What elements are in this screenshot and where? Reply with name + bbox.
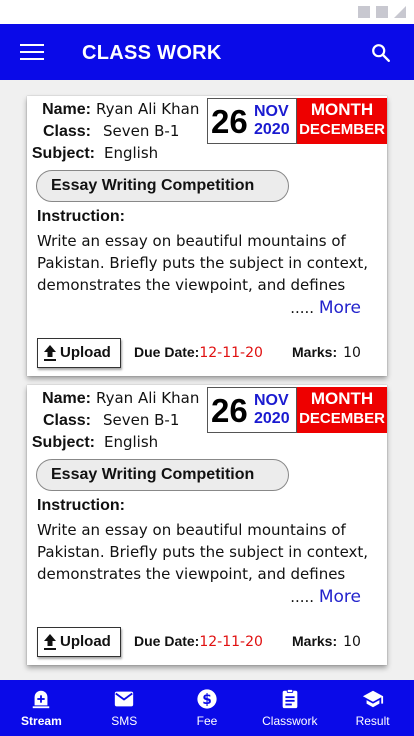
instruction-text: Write an essay on beautiful mountains of… xyxy=(37,521,369,583)
more-link[interactable]: More xyxy=(319,587,361,607)
student-name: Ryan Ali Khan xyxy=(96,389,200,407)
app-bar: CLASS WORK xyxy=(0,24,414,80)
due-date-label: Due Date: xyxy=(134,344,200,360)
classwork-list: Name: Ryan Ali Khan Class: Seven B-1 Subje… xyxy=(0,80,414,680)
marks-label: Marks: xyxy=(292,344,338,360)
month-badge-label: MONTH xyxy=(310,389,374,408)
date-year: 2020 xyxy=(254,121,290,138)
upload-button[interactable]: Upload xyxy=(37,627,121,657)
assignment-icon xyxy=(282,688,298,709)
mail-icon xyxy=(115,691,134,707)
due-date: Due Date:12-11-20 xyxy=(134,633,263,650)
name-label: Name: xyxy=(42,390,91,407)
name-row: Name: Ryan Ali Khan xyxy=(27,98,199,120)
more-dots: ..... xyxy=(290,299,315,317)
subject-row: Subject: English xyxy=(27,431,199,453)
class-label: Class: xyxy=(42,412,91,429)
more-row: ..... More xyxy=(290,298,361,318)
nav-fee[interactable]: $ Fee xyxy=(166,680,249,736)
school-icon xyxy=(362,690,383,708)
date-box: 26 NOV 2020 xyxy=(207,98,297,144)
assignment-title-chip[interactable]: Essay Writing Competition xyxy=(36,170,289,202)
month-badge: MONTH DECEMBER xyxy=(297,387,387,433)
upload-icon xyxy=(44,345,56,361)
search-icon[interactable] xyxy=(370,42,392,64)
nav-stream-label: Stream xyxy=(21,714,62,728)
date-box: 26 NOV 2020 xyxy=(207,387,297,433)
classwork-card[interactable]: Name: Ryan Ali Khan Class: Seven B-1 Subje… xyxy=(27,96,387,376)
marks-label: Marks: xyxy=(292,633,338,649)
nav-sms[interactable]: SMS xyxy=(83,680,166,736)
classwork-card[interactable]: Name: Ryan Ali Khan Class: Seven B-1 Subje… xyxy=(27,385,387,665)
svg-text:$: $ xyxy=(202,692,212,708)
date-day: 26 xyxy=(211,392,248,429)
nav-classwork-label: Classwork xyxy=(262,714,318,728)
status-icons xyxy=(358,6,406,18)
month-badge-name: DECEMBER xyxy=(299,410,385,427)
due-date: Due Date:12-11-20 xyxy=(134,344,263,361)
stream-icon xyxy=(33,690,50,709)
student-name: Ryan Ali Khan xyxy=(96,100,200,118)
instruction-label: Instruction: xyxy=(37,208,125,225)
marks: Marks: 10 xyxy=(292,344,361,361)
upload-button[interactable]: Upload xyxy=(37,338,121,368)
due-date-value: 12-11-20 xyxy=(199,345,263,361)
class-row: Class: Seven B-1 xyxy=(27,120,199,142)
nav-stream[interactable]: Stream xyxy=(0,680,83,736)
subject-value: English xyxy=(104,144,159,162)
more-dots: ..... xyxy=(290,588,315,606)
more-row: ..... More xyxy=(290,587,361,607)
student-info: Name: Ryan Ali Khan Class: Seven B-1 Subje… xyxy=(27,98,199,164)
date-year: 2020 xyxy=(254,410,290,427)
wifi-icon xyxy=(358,6,370,18)
name-row: Name: Ryan Ali Khan xyxy=(27,387,199,409)
more-link[interactable]: More xyxy=(319,298,361,318)
marks-value: 10 xyxy=(343,345,361,361)
bottom-nav: Stream SMS $ Fee Classwork Result xyxy=(0,680,414,736)
subject-row: Subject: English xyxy=(27,142,199,164)
class-label: Class: xyxy=(42,123,91,140)
name-label: Name: xyxy=(42,101,91,118)
battery-icon xyxy=(394,6,406,18)
assignment-title-chip[interactable]: Essay Writing Competition xyxy=(36,459,289,491)
marks-value: 10 xyxy=(343,634,361,650)
upload-label: Upload xyxy=(60,633,111,650)
upload-label: Upload xyxy=(60,344,111,361)
status-bar xyxy=(0,0,414,24)
date-month: NOV xyxy=(254,103,289,120)
due-date-value: 12-11-20 xyxy=(199,634,263,650)
nav-classwork[interactable]: Classwork xyxy=(248,680,331,736)
class-value: Seven B-1 xyxy=(103,122,180,140)
date-month: NOV xyxy=(254,392,289,409)
upload-icon xyxy=(44,634,56,650)
class-row: Class: Seven B-1 xyxy=(27,409,199,431)
student-info: Name: Ryan Ali Khan Class: Seven B-1 Subje… xyxy=(27,387,199,453)
date-day: 26 xyxy=(211,103,248,140)
month-badge-name: DECEMBER xyxy=(299,121,385,138)
due-date-label: Due Date: xyxy=(134,633,200,649)
instruction-label: Instruction: xyxy=(37,497,125,514)
subject-label: Subject: xyxy=(31,145,95,162)
instruction-text: Write an essay on beautiful mountains of… xyxy=(37,232,369,294)
page-title: CLASS WORK xyxy=(82,42,222,64)
dollar-icon: $ xyxy=(197,689,217,709)
marks: Marks: 10 xyxy=(292,633,361,650)
class-value: Seven B-1 xyxy=(103,411,180,429)
subject-label: Subject: xyxy=(31,434,95,451)
month-badge: MONTH DECEMBER xyxy=(297,98,387,144)
signal-icon xyxy=(376,6,388,18)
menu-icon[interactable] xyxy=(20,44,44,60)
month-badge-label: MONTH xyxy=(310,100,374,119)
nav-sms-label: SMS xyxy=(111,714,138,728)
nav-result[interactable]: Result xyxy=(331,680,414,736)
subject-value: English xyxy=(104,433,159,451)
nav-fee-label: Fee xyxy=(196,714,218,728)
nav-result-label: Result xyxy=(355,714,390,728)
